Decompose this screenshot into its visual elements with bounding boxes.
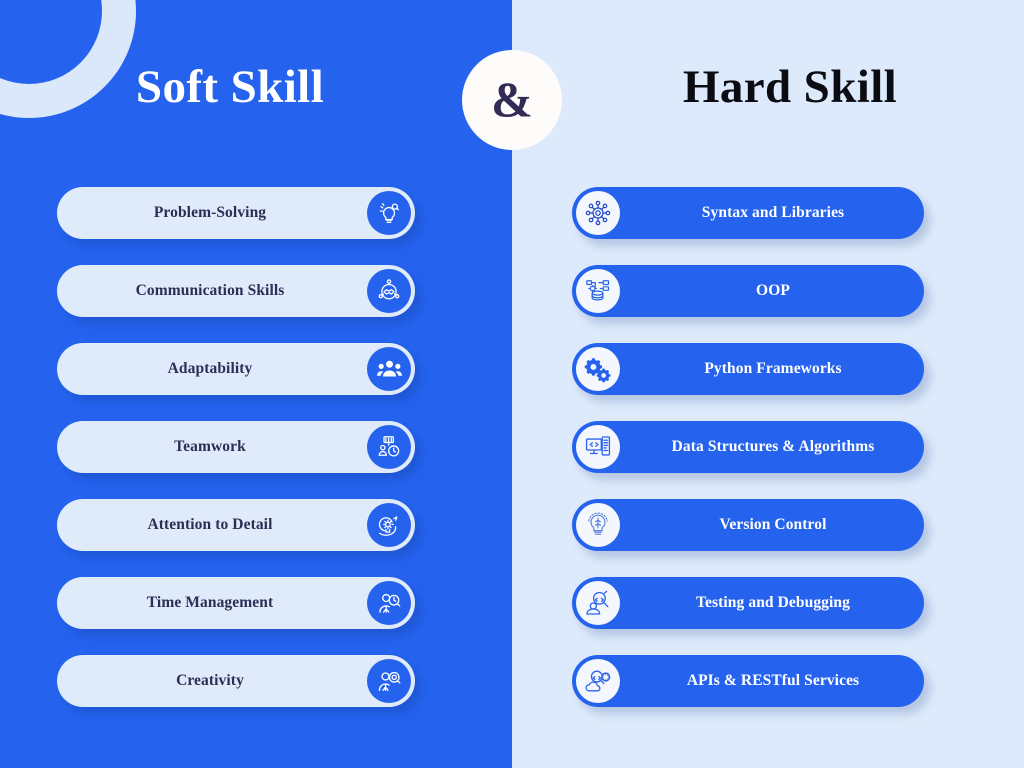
hard-skill-label: Python Frameworks xyxy=(704,360,842,377)
gears-icon xyxy=(576,347,620,391)
list-item[interactable]: APIs & RESTful Services xyxy=(572,655,924,707)
handshake-network-icon xyxy=(367,269,411,313)
hard-skill-label: Data Structures & Algorithms xyxy=(671,438,875,455)
list-item[interactable]: Creativity xyxy=(57,655,415,707)
list-item[interactable]: Teamwork xyxy=(57,421,415,473)
lightbulb-idea-icon xyxy=(367,191,411,235)
soft-skill-label: Adaptability xyxy=(167,360,253,377)
soft-skill-label: Attention to Detail xyxy=(147,516,273,533)
soft-skill-label: Teamwork xyxy=(174,438,246,455)
hard-skill-list: Syntax and Libraries OOP Python Framewor… xyxy=(572,187,924,733)
soft-skill-label: Communication Skills xyxy=(135,282,285,299)
list-item[interactable]: Version Control xyxy=(572,499,924,551)
list-item[interactable]: Python Frameworks xyxy=(572,343,924,395)
hard-skill-label: Version Control xyxy=(719,516,827,533)
infographic-canvas: Soft Skill Hard Skill & Problem-Solving … xyxy=(0,0,1024,768)
magnifier-bug-icon xyxy=(576,581,620,625)
person-clock-icon xyxy=(367,581,411,625)
code-search-cloud-icon xyxy=(576,659,620,703)
soft-skill-list: Problem-Solving Communication Skills Ada… xyxy=(57,187,415,733)
person-idea-icon xyxy=(367,659,411,703)
list-item[interactable]: OOP xyxy=(572,265,924,317)
list-item[interactable]: Communication Skills xyxy=(57,265,415,317)
ampersand-badge: & xyxy=(462,50,562,150)
list-item[interactable]: Testing and Debugging xyxy=(572,577,924,629)
list-item[interactable]: Data Structures & Algorithms xyxy=(572,421,924,473)
team-clock-icon xyxy=(367,425,411,469)
hard-skill-title: Hard Skill xyxy=(682,61,898,113)
hard-skill-label: Syntax and Libraries xyxy=(701,204,845,221)
people-group-icon xyxy=(367,347,411,391)
list-item[interactable]: Adaptability xyxy=(57,343,415,395)
hard-skill-label: APIs & RESTful Services xyxy=(686,672,860,689)
gear-path-icon xyxy=(367,503,411,547)
hard-skill-label: OOP xyxy=(756,282,790,299)
hard-skill-label: Testing and Debugging xyxy=(696,594,850,611)
soft-skill-label: Creativity xyxy=(176,672,244,689)
list-item[interactable]: Problem-Solving xyxy=(57,187,415,239)
lightbulb-brain-icon xyxy=(576,503,620,547)
soft-skill-label: Problem-Solving xyxy=(153,204,267,221)
soft-skill-label: Time Management xyxy=(146,594,274,611)
code-monitor-icon xyxy=(576,425,620,469)
ampersand-symbol: & xyxy=(491,70,533,127)
soft-skill-title: Soft Skill xyxy=(135,61,325,113)
list-item[interactable]: Time Management xyxy=(57,577,415,629)
list-item[interactable]: Attention to Detail xyxy=(57,499,415,551)
gear-network-icon xyxy=(576,191,620,235)
database-objects-icon xyxy=(576,269,620,313)
list-item[interactable]: Syntax and Libraries xyxy=(572,187,924,239)
